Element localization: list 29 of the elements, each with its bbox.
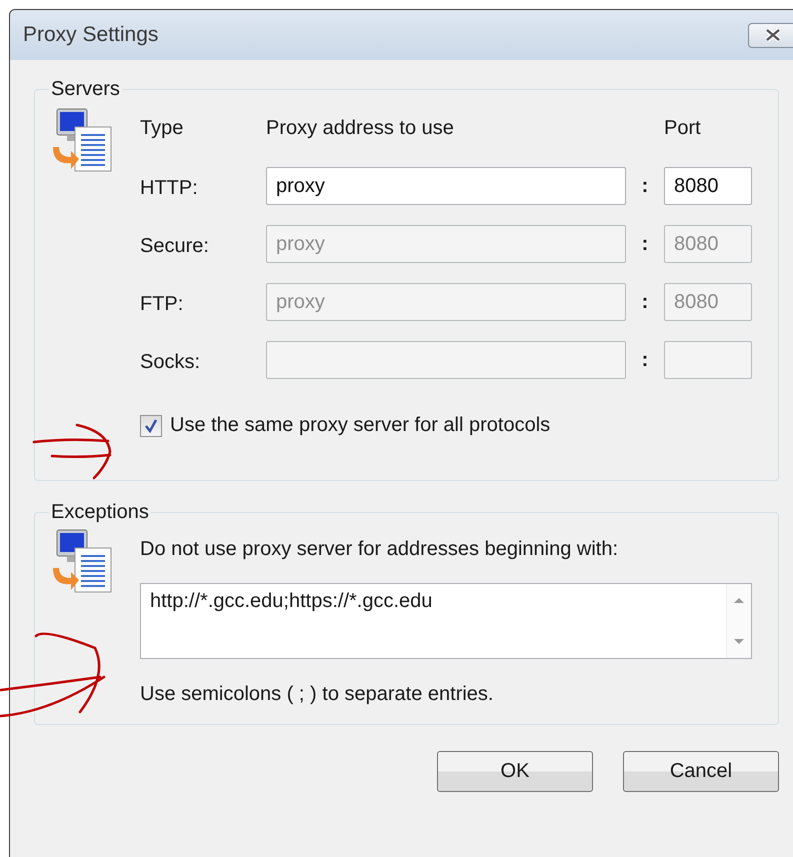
exceptions-field[interactable]: http://*.gcc.edu;https://*.gcc.edu bbox=[140, 583, 752, 659]
separator: : bbox=[640, 290, 650, 314]
column-header: Proxy address to use bbox=[266, 116, 455, 140]
protocol-label: Secure: bbox=[140, 234, 210, 258]
column-header: Type bbox=[140, 116, 184, 140]
separator: : bbox=[640, 232, 650, 256]
checkbox-label: Use the same proxy server for all protocols bbox=[170, 414, 550, 437]
address-field[interactable]: proxy bbox=[266, 167, 626, 205]
group-legend: Exceptions bbox=[49, 501, 151, 524]
checkmark-icon bbox=[143, 418, 159, 434]
port-field[interactable]: 8080 bbox=[664, 167, 752, 205]
hint-text: Use semicolons ( ; ) to separate entries. bbox=[140, 683, 494, 706]
dialog-button[interactable]: OK bbox=[437, 751, 593, 792]
column-header: Port bbox=[664, 116, 702, 140]
window-title: Proxy Settings bbox=[23, 23, 158, 47]
separator: : bbox=[640, 174, 650, 198]
scroll-up-icon bbox=[733, 596, 745, 604]
separator: : bbox=[640, 348, 650, 372]
instruction-text: Do not use proxy server for addresses beginning with: bbox=[140, 537, 620, 561]
close-icon bbox=[764, 28, 782, 42]
checkbox[interactable] bbox=[140, 414, 162, 436]
group-legend: Servers bbox=[49, 78, 122, 101]
scrollbar[interactable] bbox=[726, 584, 751, 658]
protocol-label: FTP: bbox=[140, 292, 184, 316]
close-button[interactable] bbox=[748, 22, 793, 48]
dialog-button[interactable]: Cancel bbox=[623, 751, 779, 792]
protocol-label: HTTP: bbox=[140, 176, 199, 200]
scroll-down-icon bbox=[733, 638, 745, 646]
protocol-label: Socks: bbox=[140, 350, 202, 374]
